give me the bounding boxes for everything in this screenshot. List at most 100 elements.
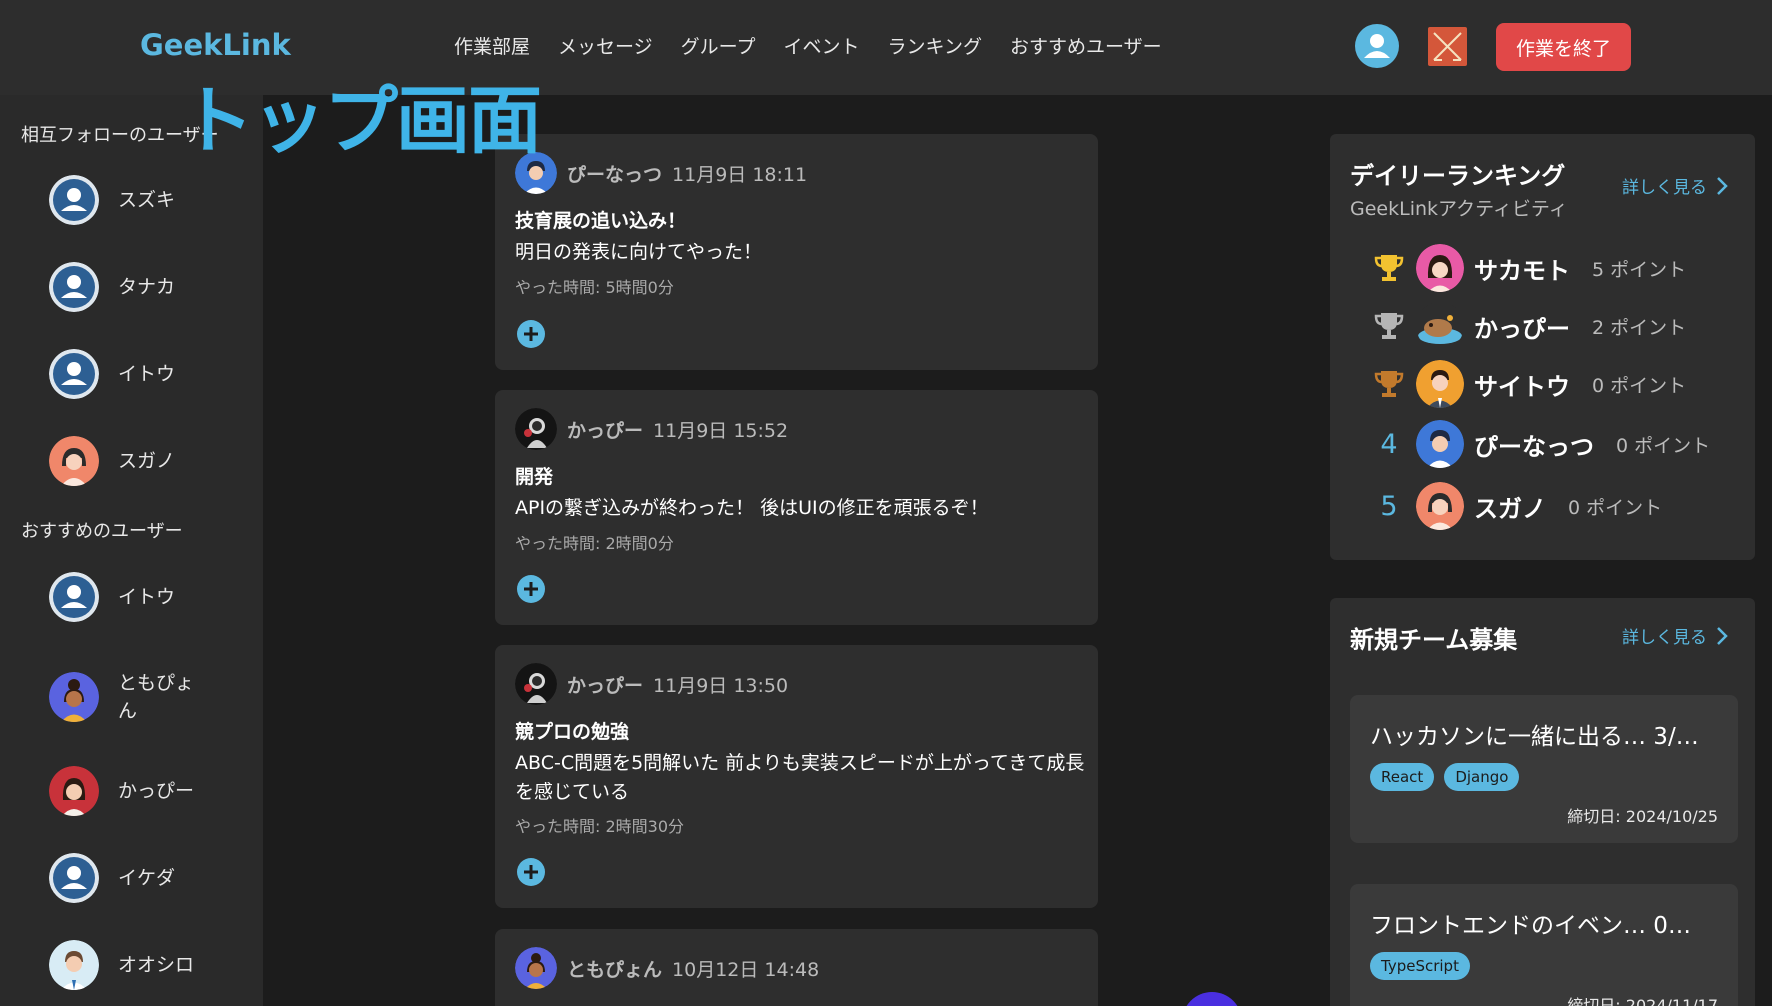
user-name: スズキ (118, 189, 176, 211)
nav-ranking[interactable]: ランキング (888, 32, 982, 59)
woman-avatar-icon (1416, 482, 1464, 530)
user-name: スガノ (118, 450, 176, 472)
tag-list: React Django (1370, 763, 1520, 791)
ranking-row[interactable]: かっぴー 2 ポイント (1372, 302, 1686, 350)
post-body: 明日の発表に向けてやった！ (515, 241, 763, 263)
floating-action-button[interactable] (1182, 992, 1242, 1006)
post-header: ともぴょん 10月12日 14:48 (515, 947, 819, 989)
team-card[interactable]: ハッカソンに一緒に出る… 3/… React Django 締切日: 2024/… (1350, 695, 1738, 843)
ranking-points: 0 ポイント (1568, 496, 1663, 519)
post-header: かっぴー 11月9日 13:50 (515, 663, 788, 705)
post-card: かっぴー 11月9日 13:50 競プロの勉強 ABC-C問題を5問解いた 前よ… (495, 645, 1098, 908)
user-avatar-icon[interactable] (1355, 24, 1399, 68)
post-user-name[interactable]: ともぴょん (567, 955, 662, 982)
capybara-avatar-icon (1416, 302, 1464, 350)
tag-list: TypeScript (1370, 952, 1470, 980)
page-caption: トップ画面 (180, 78, 542, 164)
woman-avatar-icon (1416, 244, 1464, 292)
ranking-more-link[interactable]: 詳しく見る (1622, 173, 1729, 198)
ranking-row[interactable]: サイトウ 0 ポイント (1372, 360, 1686, 408)
post-timestamp: 11月9日 15:52 (653, 419, 789, 442)
end-work-button[interactable]: 作業を終了 (1496, 23, 1631, 71)
team-panel-title: 新規チーム募集 (1350, 626, 1518, 654)
default-avatar-icon (49, 349, 99, 399)
nav-recommended-users[interactable]: おすすめユーザー (1010, 32, 1162, 59)
ranking-points: 0 ポイント (1616, 434, 1711, 457)
post-duration: やった時間: 2時間0分 (515, 534, 674, 553)
tech-tag: React (1370, 763, 1435, 791)
ranking-user-name: サカモト (1474, 256, 1570, 285)
nav-groups[interactable]: グループ (681, 32, 756, 59)
add-reaction-plus-icon[interactable] (517, 575, 545, 603)
mutual-user-item[interactable]: タナカ (49, 262, 208, 312)
team-title: フロントエンドのイベン… 0… (1370, 913, 1691, 939)
ranking-row[interactable]: 5 スガノ 0 ポイント (1372, 482, 1662, 530)
tech-tag: TypeScript (1370, 952, 1470, 980)
post-body: APIの繋ぎ込みが終わった！ 後はUIの修正を頑張るぞ！ (515, 497, 989, 519)
close-cross-icon[interactable] (1428, 27, 1467, 66)
man-avatar-icon (1416, 420, 1464, 468)
recommended-users-heading: おすすめのユーザー (21, 521, 183, 542)
bronze-trophy-icon (1372, 366, 1406, 402)
nav-events[interactable]: イベント (784, 32, 860, 59)
nav-work-room[interactable]: 作業部屋 (454, 32, 530, 59)
recommended-user-item[interactable]: イトウ (49, 572, 208, 622)
tech-tag: Django (1444, 763, 1520, 791)
mutual-user-item[interactable]: スガノ (49, 436, 208, 486)
user-name: タナカ (118, 276, 176, 298)
ranking-user-name: ぴーなっつ (1474, 432, 1594, 461)
post-user-name[interactable]: かっぴー (567, 416, 643, 443)
team-deadline: 締切日: 2024/10/25 (1567, 807, 1718, 826)
more-link-label: 詳しく見る (1622, 178, 1707, 198)
post-title: 技育展の追い込み！ (515, 210, 687, 232)
add-reaction-plus-icon[interactable] (517, 320, 545, 348)
post-timestamp: 11月9日 13:50 (653, 674, 789, 697)
post-header: ぴーなっつ 11月9日 18:11 (515, 152, 807, 194)
post-user-name[interactable]: かっぴー (567, 671, 643, 698)
user-name: かっぴー (118, 780, 195, 802)
team-title: ハッカソンに一緒に出る… 3/… (1370, 724, 1699, 750)
ranking-points: 2 ポイント (1592, 316, 1687, 339)
nav-messages[interactable]: メッセージ (558, 32, 653, 59)
ranking-user-name: かっぴー (1474, 314, 1570, 343)
recommended-user-item[interactable]: イケダ (49, 853, 208, 903)
logo[interactable]: GeekLink (140, 28, 291, 62)
recommended-user-item[interactable]: ともぴょん (49, 669, 208, 725)
user-name: イトウ (118, 586, 176, 608)
ranking-points: 5 ポイント (1592, 258, 1687, 281)
user-name: イケダ (118, 867, 176, 889)
chevron-right-icon (1717, 626, 1728, 645)
mutual-user-item[interactable]: スズキ (49, 175, 208, 225)
woman-avatar-icon[interactable] (515, 947, 557, 989)
sidebar: 相互フォローのユーザー スズキ タナカ イトウ スガノ おすすめのユーザー イト… (0, 95, 263, 1006)
team-more-link[interactable]: 詳しく見る (1622, 623, 1729, 648)
recommended-user-item[interactable]: かっぴー (49, 766, 208, 816)
silver-trophy-icon (1372, 308, 1406, 344)
ranking-title: デイリーランキング (1350, 162, 1566, 190)
more-link-label: 詳しく見る (1622, 628, 1707, 648)
man-avatar-icon (1416, 360, 1464, 408)
user-name: イトウ (118, 363, 176, 385)
gold-trophy-icon (1372, 250, 1406, 286)
ranking-subtitle: GeekLinkアクティビティ (1350, 198, 1568, 220)
recommended-user-item[interactable]: オオシロ (49, 940, 208, 990)
main-nav: 作業部屋 メッセージ グループ イベント ランキング おすすめユーザー (454, 32, 1162, 59)
mutual-user-item[interactable]: イトウ (49, 349, 208, 399)
default-avatar-icon (49, 853, 99, 903)
post-timestamp: 10月12日 14:48 (672, 958, 820, 981)
ranking-user-name: サイトウ (1474, 372, 1570, 401)
astronaut-avatar-icon[interactable] (515, 663, 557, 705)
post-card: かっぴー 11月9日 15:52 開発 APIの繋ぎ込みが終わった！ 後はUIの… (495, 390, 1098, 625)
rank-number: 4 (1380, 428, 1398, 460)
ranking-row[interactable]: サカモト 5 ポイント (1372, 244, 1686, 292)
post-user-name[interactable]: ぴーなっつ (567, 160, 662, 187)
astronaut-avatar-icon[interactable] (515, 408, 557, 450)
add-reaction-plus-icon[interactable] (517, 858, 545, 886)
default-avatar-icon (49, 572, 99, 622)
post-card: ともぴょん 10月12日 14:48 (495, 929, 1098, 1006)
chevron-right-icon (1717, 176, 1728, 195)
ranking-row[interactable]: 4 ぴーなっつ 0 ポイント (1372, 420, 1710, 468)
rank-number: 5 (1380, 490, 1398, 522)
post-body: ABC-C問題を5問解いた 前よりも実装スピードが上がってきて成長を感じている (515, 752, 1085, 803)
team-card[interactable]: フロントエンドのイベン… 0… TypeScript 締切日: 2024/11/… (1350, 884, 1738, 1006)
